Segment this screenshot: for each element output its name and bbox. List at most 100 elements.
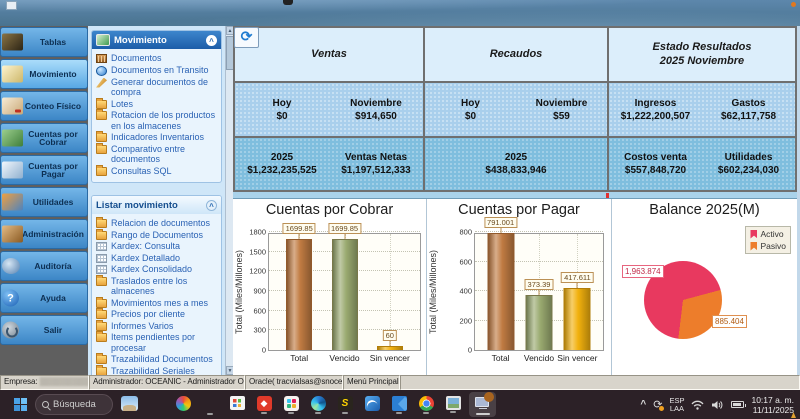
sidebar-item-label: Tablas bbox=[39, 36, 67, 47]
system-tray: ESP LAA 10:17 a. m. 11/11/2025 bbox=[640, 395, 794, 415]
menu-scrollbar[interactable]: ▲ ▼ bbox=[225, 26, 234, 375]
estado-ingresos-gastos-cell: Ingresos $1,222,200,507 Gastos $62,117,7… bbox=[609, 83, 795, 136]
ventas-month-cell: Hoy $0 Noviembre $914,650 bbox=[235, 83, 423, 136]
battery-icon[interactable] bbox=[731, 401, 747, 408]
legend-marker-icon bbox=[750, 241, 758, 251]
collapse-chevron-icon[interactable] bbox=[206, 199, 217, 211]
folder-icon bbox=[96, 164, 107, 176]
bar-value-label: 417.611 bbox=[561, 272, 594, 284]
sidebar-item-movimiento[interactable]: Movimiento bbox=[0, 59, 88, 89]
sidebar-item-ayuda[interactable]: Ayuda bbox=[0, 283, 88, 313]
search-input[interactable] bbox=[53, 399, 105, 410]
taskbar-chrome-button[interactable] bbox=[415, 395, 437, 414]
menu-item[interactable]: Comparativo entre documentos bbox=[96, 142, 219, 165]
conteo-icon bbox=[2, 97, 23, 115]
menu-item[interactable]: Kardex Consolidado bbox=[96, 264, 219, 275]
taskbar-erp-app-button[interactable] bbox=[469, 391, 496, 417]
bar-label-stem bbox=[389, 341, 391, 347]
menu-item[interactable]: Movimientos mes a mes bbox=[96, 296, 219, 309]
chart-title: Cuentas por Cobrar bbox=[265, 202, 394, 218]
clock[interactable]: 10:17 a. m. 11/11/2025 bbox=[751, 395, 794, 415]
charts-area: Cuentas por Cobrar Total (Miles/Millones… bbox=[233, 192, 797, 375]
kpi-table: Ventas Recaudos Estado Resultados 2025 N… bbox=[233, 26, 797, 192]
menu-item[interactable]: Generar documentos de compra bbox=[96, 77, 219, 98]
costos-label: Costos venta bbox=[624, 152, 687, 163]
status-menu-principal: Menú Principal bbox=[343, 375, 400, 390]
pie-legend: Activo Pasivo bbox=[745, 226, 791, 254]
menu-item[interactable]: Traslados entre los almacenes bbox=[96, 274, 219, 297]
sidebar-item-salir[interactable]: Salir bbox=[0, 315, 88, 345]
menu-item[interactable]: Items pendientes por procesar bbox=[96, 331, 219, 353]
chart-cuentas-por-pagar: Cuentas por Pagar Total (Miles/Millones)… bbox=[427, 199, 612, 375]
sidebar-item-conteo[interactable]: Conteo Físico bbox=[0, 91, 88, 121]
ventas-netas-value: $1,197,512,333 bbox=[341, 165, 411, 176]
menu-item[interactable]: Documentos bbox=[96, 53, 219, 64]
menu-item[interactable]: Rango de Documentos bbox=[96, 228, 219, 241]
bar-value-label: 373.39 bbox=[524, 278, 554, 290]
start-button[interactable] bbox=[10, 395, 30, 415]
running-indicator bbox=[342, 411, 348, 414]
taskbar-store-button[interactable] bbox=[226, 396, 248, 413]
wifi-icon[interactable] bbox=[691, 400, 704, 410]
sidebar-item-label: Ayuda bbox=[40, 292, 66, 303]
taskbar-app-green-arrow-button[interactable] bbox=[501, 395, 523, 415]
menu-item[interactable]: Relacion de documentos bbox=[96, 217, 219, 229]
language-indicator[interactable]: ESP LAA bbox=[669, 396, 684, 413]
taskbar-app-dark-button[interactable] bbox=[334, 395, 356, 414]
x-category-label: Total bbox=[290, 353, 309, 363]
taskbar-app-red-button[interactable] bbox=[253, 395, 275, 414]
sidebar-item-label: Salir bbox=[43, 324, 63, 335]
folder-icon bbox=[96, 331, 107, 342]
menu-item[interactable]: Lotes bbox=[96, 97, 219, 110]
menu-item[interactable]: Trazabilidad Documentos bbox=[96, 353, 219, 365]
estado-costos-utilidades-cell: Costos venta $557,848,720 Utilidades $60… bbox=[609, 138, 795, 190]
bar-value-label: 1699.85 bbox=[282, 222, 316, 234]
chart-cuentas-por-cobrar: Cuentas por Cobrar Total (Miles/Millones… bbox=[233, 199, 427, 375]
taskbar-task-view-button[interactable] bbox=[145, 395, 167, 415]
menu-item[interactable]: Kardex Detallado bbox=[96, 253, 219, 264]
taskbar-file-explorer-button[interactable] bbox=[199, 395, 221, 415]
bar-label-stem bbox=[500, 228, 502, 234]
taskbar-copilot-button[interactable] bbox=[172, 395, 194, 414]
taskbar-app-blue-button[interactable] bbox=[361, 395, 383, 414]
taskbar-edge-button[interactable] bbox=[307, 395, 329, 414]
menu-item[interactable]: Indicadores Inventarios bbox=[96, 131, 219, 143]
menu-item[interactable]: Documentos en Transito bbox=[96, 65, 219, 76]
menu-item-label: Lotes bbox=[111, 98, 134, 109]
taskbar-search[interactable] bbox=[35, 394, 113, 415]
recaudos-hoy-label: Hoy bbox=[461, 97, 480, 109]
sidebar-item-pagar[interactable]: Cuentas por Pagar bbox=[0, 155, 88, 185]
menu-group-header[interactable]: Movimiento bbox=[92, 31, 221, 49]
sync-tray-icon[interactable] bbox=[653, 398, 665, 411]
menu-item[interactable]: Informes Varios bbox=[96, 319, 219, 332]
gridline bbox=[475, 231, 603, 232]
taskbar-app-grid-button[interactable] bbox=[280, 395, 302, 414]
sidebar-item-tablas[interactable]: Tablas bbox=[0, 27, 88, 57]
estado-title-line1: Estado Resultados bbox=[652, 40, 752, 53]
menu-item[interactable]: Rotacion de los productos en los almacen… bbox=[96, 109, 219, 131]
tablas-icon bbox=[2, 33, 23, 51]
menu-item[interactable]: Kardex: Consulta bbox=[96, 241, 219, 252]
sidebar-item-cobrar[interactable]: Cuentas por Cobrar bbox=[0, 123, 88, 153]
menu-item[interactable]: Trazabilidad Seriales bbox=[96, 364, 219, 375]
chart-title: Balance 2025(M) bbox=[649, 202, 760, 218]
sidebar-item-administracion[interactable]: Administración bbox=[0, 219, 88, 249]
folder-icon bbox=[96, 131, 107, 142]
menu-group-header[interactable]: Listar movimiento bbox=[92, 196, 221, 214]
taskbar-widgets-button[interactable] bbox=[118, 395, 140, 414]
collapse-chevron-icon[interactable] bbox=[206, 34, 217, 46]
recaudos-year-cell: 2025 $438,833,946 bbox=[425, 138, 607, 190]
y-tick-label: 900 bbox=[253, 286, 266, 296]
clock-time: 10:17 a. m. bbox=[751, 394, 794, 405]
taskbar-vscode-button[interactable] bbox=[388, 395, 410, 414]
hidden-icons-chevron-icon[interactable] bbox=[640, 399, 646, 410]
volume-icon[interactable] bbox=[711, 400, 724, 410]
file-explorer-icon bbox=[202, 395, 219, 412]
ingresos-value: $1,222,200,507 bbox=[620, 110, 691, 122]
menu-item[interactable]: Precios por cliente bbox=[96, 308, 219, 320]
sidebar-item-utilidades[interactable]: Utilidades bbox=[0, 187, 88, 217]
refresh-button[interactable] bbox=[234, 27, 259, 48]
menu-item[interactable]: Consultas SQL bbox=[96, 164, 219, 177]
sidebar-item-auditoria[interactable]: Auditoría bbox=[0, 251, 88, 281]
taskbar-photos-button[interactable] bbox=[442, 396, 464, 413]
